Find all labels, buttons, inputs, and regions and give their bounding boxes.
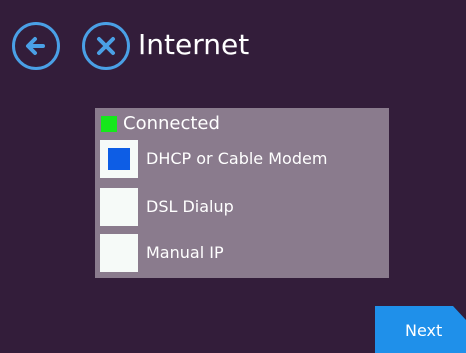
next-button[interactable]: Next (375, 306, 466, 353)
radio-box[interactable] (100, 188, 138, 226)
radio-box[interactable] (100, 140, 138, 178)
option-label: DSL Dialup (146, 197, 234, 216)
back-button[interactable] (12, 22, 60, 70)
option-label: DHCP or Cable Modem (146, 149, 328, 168)
page-title: Internet (138, 28, 250, 61)
option-dsl-dialup[interactable]: DSL Dialup (100, 188, 380, 226)
close-icon (97, 37, 115, 55)
status-label: Connected (123, 113, 220, 134)
radio-box[interactable] (100, 234, 138, 272)
connection-panel: Connected DHCP or Cable Modem DSL Dialup… (95, 108, 389, 278)
next-label: Next (405, 321, 443, 340)
arrow-left-icon (26, 37, 45, 55)
cancel-button[interactable] (82, 22, 130, 70)
status-indicator (101, 116, 117, 132)
selected-indicator (108, 148, 130, 170)
option-label: Manual IP (146, 243, 224, 262)
header: Internet (0, 0, 466, 90)
option-dhcp-cable-modem[interactable]: DHCP or Cable Modem (100, 140, 380, 178)
option-manual-ip[interactable]: Manual IP (100, 234, 380, 272)
